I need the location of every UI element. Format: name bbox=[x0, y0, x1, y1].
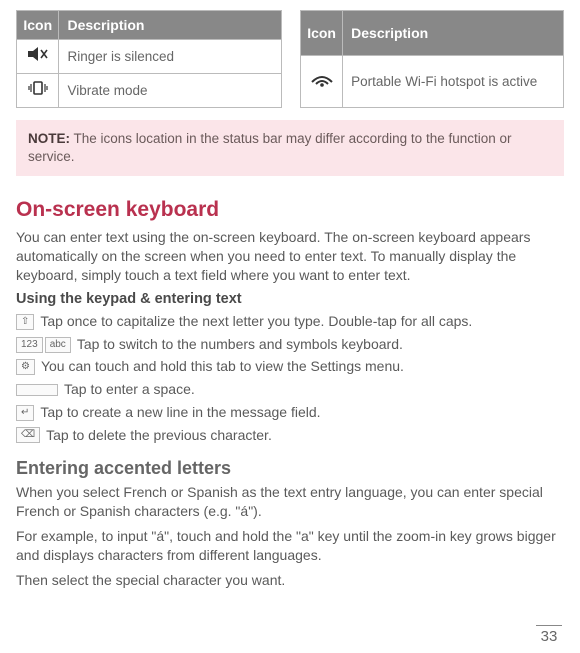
line-text: Tap to delete the previous character. bbox=[46, 425, 272, 447]
wifi-hotspot-icon bbox=[301, 55, 343, 107]
th-icon: Icon bbox=[17, 11, 59, 40]
backspace-key-icon bbox=[16, 427, 40, 443]
speaker-mute-icon bbox=[17, 40, 59, 74]
note-box: NOTE: The icons location in the status b… bbox=[16, 120, 564, 176]
note-label: NOTE: bbox=[28, 131, 70, 146]
para-keyboard: You can enter text using the on-screen k… bbox=[16, 228, 564, 285]
line-text: Tap once to capitalize the next letter y… bbox=[40, 311, 472, 333]
para-accented-2: For example, to input "á", touch and hol… bbox=[16, 527, 564, 565]
page-number: 33 bbox=[536, 625, 562, 645]
keypad-line: Tap to enter a space. bbox=[16, 379, 564, 401]
line-text: You can touch and hold this tab to view … bbox=[41, 356, 404, 378]
note-text: The icons location in the status bar may… bbox=[28, 131, 512, 164]
cell-desc: Ringer is silenced bbox=[59, 40, 282, 74]
keypad-line: 123abc Tap to switch to the numbers and … bbox=[16, 334, 564, 356]
numsym-key-icon: 123abc bbox=[16, 337, 71, 353]
cell-desc: Vibrate mode bbox=[59, 74, 282, 108]
th-desc: Description bbox=[343, 11, 564, 56]
status-icons-table-right: Icon Description Portable Wi-Fi hotspot … bbox=[300, 10, 564, 108]
space-key-icon bbox=[16, 384, 58, 396]
para-accented-3: Then select the special character you wa… bbox=[16, 571, 564, 590]
line-text: Tap to create a new line in the message … bbox=[40, 402, 320, 424]
table-row: Ringer is silenced bbox=[17, 40, 282, 74]
subhead-keypad: Using the keypad & entering text bbox=[16, 291, 564, 307]
table-row: Portable Wi-Fi hotspot is active bbox=[301, 55, 564, 107]
vibrate-icon bbox=[17, 74, 59, 108]
heading-onscreen-keyboard: On-screen keyboard bbox=[16, 198, 564, 222]
cell-desc: Portable Wi-Fi hotspot is active bbox=[343, 55, 564, 107]
keypad-line: Tap to delete the previous character. bbox=[16, 425, 564, 447]
shift-key-icon bbox=[16, 314, 34, 330]
th-icon: Icon bbox=[301, 11, 343, 56]
line-text: Tap to switch to the numbers and symbols… bbox=[77, 334, 403, 356]
line-text: Tap to enter a space. bbox=[64, 379, 195, 401]
settings-key-icon: ⚙ bbox=[16, 359, 35, 375]
enter-key-icon bbox=[16, 405, 34, 421]
th-desc: Description bbox=[59, 11, 282, 40]
keypad-line: ⚙ You can touch and hold this tab to vie… bbox=[16, 356, 564, 378]
para-accented-1: When you select French or Spanish as the… bbox=[16, 483, 564, 521]
status-icons-table-left: Icon Description Ringer is silenced Vibr… bbox=[16, 10, 282, 108]
keypad-line: Tap to create a new line in the message … bbox=[16, 402, 564, 424]
table-row: Vibrate mode bbox=[17, 74, 282, 108]
heading-accented-letters: Entering accented letters bbox=[16, 458, 564, 479]
keypad-line: Tap once to capitalize the next letter y… bbox=[16, 311, 564, 333]
icon-tables-row: Icon Description Ringer is silenced Vibr… bbox=[16, 10, 564, 108]
